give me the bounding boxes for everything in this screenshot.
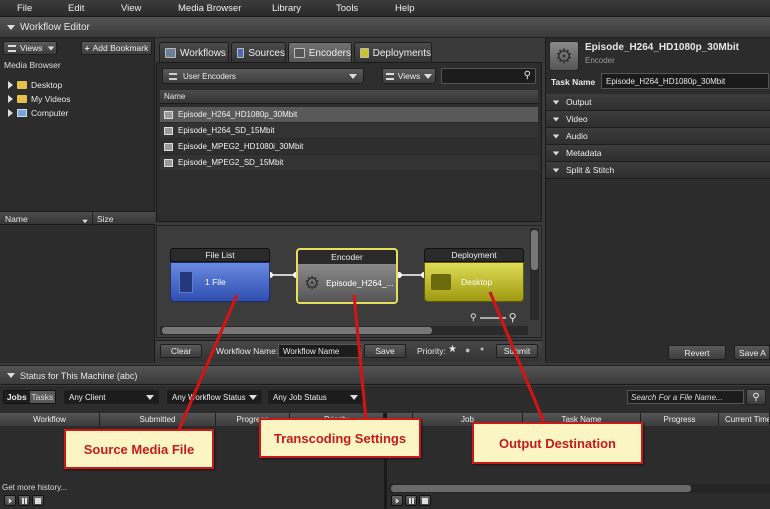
callout-output-destination: Output Destination	[472, 422, 643, 464]
callout-transcoding-settings: Transcoding Settings	[259, 418, 421, 458]
callout-source-media-file: Source Media File	[64, 429, 214, 469]
